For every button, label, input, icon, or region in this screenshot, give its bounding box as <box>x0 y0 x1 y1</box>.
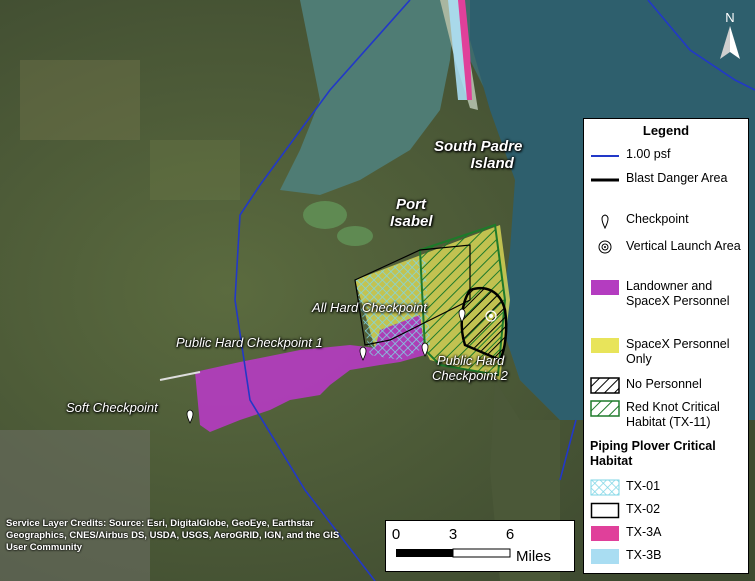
magenta-fill-icon <box>591 526 619 541</box>
legend-item-blast-danger: Blast Danger Area <box>590 171 741 188</box>
legend-item-tx3a: TX-3A <box>590 525 661 542</box>
scale-segment-white <box>452 548 511 558</box>
label-all-hard-checkpoint: All Hard Checkpoint <box>312 300 427 315</box>
legend-item-no-personnel: No Personnel <box>590 377 702 394</box>
legend-item-checkpoint: Checkpoint <box>590 212 689 229</box>
legend-title: Legend <box>642 123 690 138</box>
scale-bar: 0 3 6 Miles <box>385 520 575 572</box>
green-hatch-icon <box>590 400 620 417</box>
service-layer-credits: Service Layer Credits: Source: Esri, Dig… <box>6 518 340 553</box>
scale-tick-0: 0 <box>392 526 400 543</box>
north-label: N <box>725 10 734 25</box>
pin-icon <box>601 214 609 229</box>
field-patch <box>150 140 240 200</box>
purple-fill-icon <box>591 280 619 295</box>
scale-unit: Miles <box>516 548 551 565</box>
north-arrow-icon: N <box>720 10 740 59</box>
label-public-hard-checkpoint-2: Public Hard Checkpoint 2 <box>432 353 508 383</box>
legend-item-spacex-only: SpaceX Personnel Only <box>590 337 741 367</box>
lightblue-fill-icon <box>591 549 619 564</box>
black-line-icon <box>591 178 619 182</box>
black-outline-icon <box>590 502 620 519</box>
cyan-hatch-icon <box>590 479 620 496</box>
legend-item-tx3b: TX-3B <box>590 548 661 565</box>
label-port-isabel: Port Isabel <box>390 196 433 230</box>
lagoon <box>337 226 373 246</box>
target-icon <box>598 240 612 254</box>
lagoon <box>303 201 347 229</box>
legend-item-vertical-launch: Vertical Launch Area <box>590 239 741 256</box>
plover-habitat-title: Piping Plover Critical Habitat <box>590 439 716 468</box>
legend-item-tx01: TX-01 <box>590 479 660 496</box>
scale-bar-graphic: 0 3 6 Miles <box>392 526 551 565</box>
yellow-fill-icon <box>591 338 619 353</box>
label-soft-checkpoint: Soft Checkpoint <box>66 400 158 415</box>
legend-item-tx02: TX-02 <box>590 502 660 519</box>
scale-segment-black <box>396 549 453 557</box>
label-public-hard-checkpoint-1: Public Hard Checkpoint 1 <box>176 335 323 350</box>
urban-area <box>0 430 150 581</box>
legend-item-landowner: Landowner and SpaceX Personnel <box>590 279 741 309</box>
scale-tick-3: 3 <box>449 526 457 543</box>
field-patch <box>20 60 140 140</box>
label-south-padre-island: South Padre Island <box>434 138 523 172</box>
legend-item-red-knot: Red Knot Critical Habitat (TX-11) <box>590 400 744 430</box>
map-legend: Legend 1.00 psf Blast Danger Area Checkp… <box>583 118 749 574</box>
scale-tick-6: 6 <box>506 526 514 543</box>
blue-line-icon <box>591 155 619 157</box>
legend-item-psf: 1.00 psf <box>590 147 670 164</box>
black-hatch-icon <box>590 377 620 394</box>
